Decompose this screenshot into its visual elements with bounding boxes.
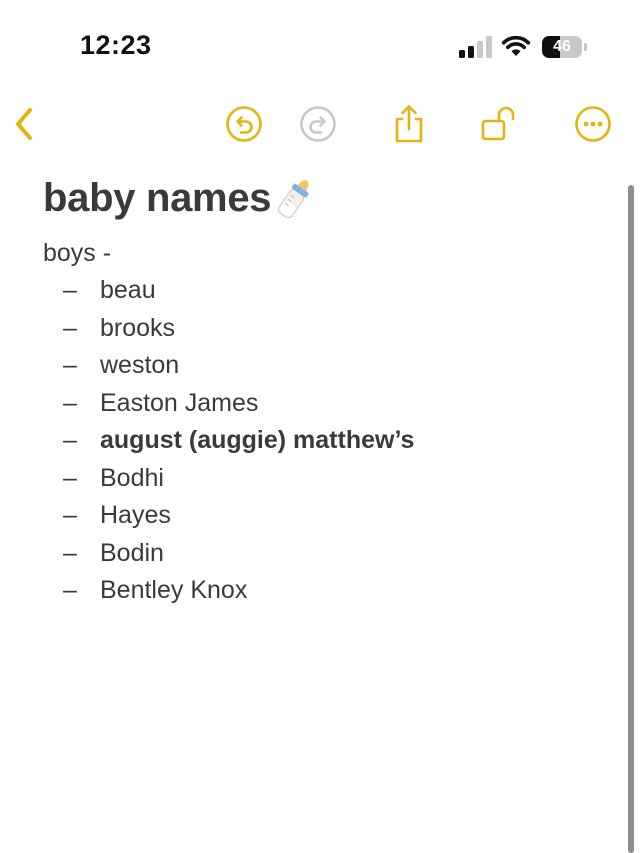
undo-icon — [226, 106, 262, 142]
notes-screen: 12:23 46 baby names boys - – beau – broo… — [0, 0, 640, 853]
battery-percent: 46 — [553, 38, 571, 55]
list-dash: – — [63, 313, 77, 342]
list-item-text: Hayes — [100, 501, 171, 529]
list-dash: – — [63, 388, 77, 417]
cellular-signal-icon — [459, 36, 492, 58]
note-title-row: baby names — [43, 170, 603, 226]
redo-button[interactable] — [298, 104, 338, 144]
section-label-boys: boys - — [43, 239, 112, 267]
list-item: – august (auggie) matthew’s — [43, 422, 603, 460]
back-chevron-icon — [16, 108, 32, 140]
list-item: – Bodhi — [43, 460, 603, 498]
note-body[interactable]: baby names boys - – beau – brooks – weston – Ea… — [43, 170, 603, 610]
list-item-text: Bodin — [100, 538, 164, 567]
wifi-icon — [501, 35, 531, 56]
list-dash: – — [63, 576, 77, 604]
name-list: – beau – brooks – weston – Easton James – august … — [43, 272, 603, 610]
list-item: – weston — [43, 347, 603, 385]
note-title: baby names — [43, 175, 272, 220]
scrollbar[interactable] — [628, 185, 634, 853]
list-item: – Hayes — [43, 497, 603, 535]
list-dash: – — [63, 351, 77, 379]
undo-button[interactable] — [224, 104, 264, 144]
list-item-text: brooks — [100, 313, 176, 342]
share-icon — [395, 105, 423, 143]
battery-icon: 46 — [542, 36, 588, 58]
status-time: 12:23 — [80, 30, 152, 60]
list-item: – brooks — [43, 310, 603, 348]
list-dash: – — [63, 538, 77, 567]
list-item: – Bodin — [43, 535, 603, 573]
list-item: – beau — [43, 272, 603, 310]
list-item: – Bentley Knox — [43, 572, 603, 610]
more-icon — [575, 106, 611, 142]
baby-bottle-icon — [278, 180, 309, 219]
list-item-text: weston — [100, 351, 180, 379]
list-item-text: Bentley Knox — [100, 576, 248, 604]
list-item: – Easton James — [43, 385, 603, 423]
battery-body: 46 — [542, 36, 582, 58]
list-dash: – — [63, 426, 77, 454]
share-button[interactable] — [389, 104, 429, 144]
list-item-text: august (auggie) matthew’s — [100, 426, 415, 454]
list-item-text: Bodhi — [100, 463, 164, 492]
redo-icon — [300, 106, 336, 142]
status-bar: 12:23 46 — [0, 0, 640, 95]
list-dash: – — [63, 463, 77, 492]
back-button[interactable] — [4, 104, 44, 144]
note-toolbar — [0, 100, 640, 150]
battery-cap — [584, 43, 587, 51]
list-dash: – — [63, 501, 77, 529]
more-button[interactable] — [573, 104, 613, 144]
lock-button[interactable] — [480, 104, 520, 144]
list-item-text: Easton James — [100, 388, 259, 417]
unlock-icon — [481, 106, 515, 141]
list-dash: – — [63, 276, 77, 304]
list-item-text: beau — [100, 276, 156, 304]
